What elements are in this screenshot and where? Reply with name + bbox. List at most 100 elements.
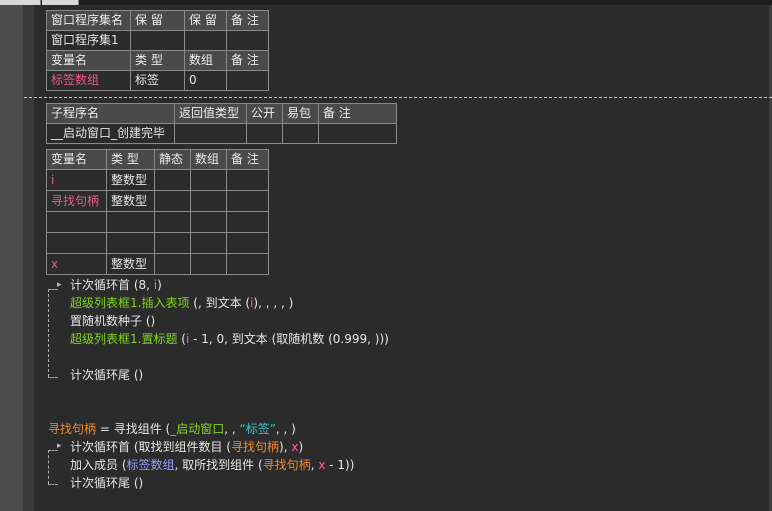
assembly-var-header-array: 数组 [184,50,227,71]
code-line-set-title[interactable]: 超级列表框1.置标题 (i - 1, 0, 到文本 (取随机数 (0.999, … [70,330,389,348]
code-line-loop-start-2[interactable]: 计次循环首 (取找到组件数目 (寻找句柄), x) [70,438,303,456]
assembly-var-name-cell[interactable]: 标签数组 [46,70,131,91]
local-var-array-cell[interactable] [190,211,227,233]
code-token: ), [279,440,292,454]
local-var-type-cell[interactable] [106,211,155,233]
code-token-var: 寻找句柄 [48,422,97,436]
code-token: 加入成员 ( [70,458,127,472]
loop-flow-line-bottom [48,484,58,485]
local-var-remark-cell[interactable] [226,211,269,233]
code-line-random-seed[interactable]: 置随机数种子 () [70,312,155,330]
local-var-table: 变量名 类 型 静态 数组 备 注 i 整数型 寻找句柄 整数型 x 整数型 [46,149,269,275]
assembly-header-name: 窗口程序集名 [46,10,131,31]
local-var-type-cell[interactable] [106,232,155,254]
fold-gutter [23,5,34,511]
local-var-array-cell[interactable] [190,253,227,275]
local-var-static-cell[interactable] [154,232,191,254]
local-var-static-cell[interactable] [154,211,191,233]
local-header-array: 数组 [190,149,227,170]
assembly-var-header-type: 类 型 [130,50,185,71]
local-var-type-cell[interactable]: 整数型 [106,253,155,275]
sub-name-cell[interactable]: __启动窗口_创建完毕 [46,123,175,144]
code-line-find-component[interactable]: 寻找句柄 = 寻找组件 (_启动窗口, , “标签”, , ) [48,420,296,438]
assembly-var-array-cell[interactable]: 0 [184,70,227,91]
sub-header-name: 子程序名 [46,103,175,124]
assembly-reserve1-cell[interactable] [130,30,185,51]
code-token: - 1, 0, 到文本 (取随机数 (0.999, ))) [189,332,389,346]
code-token-var: 标签数组 [126,458,175,472]
local-var-static-cell[interactable] [154,253,191,275]
code-token: ) [298,440,304,454]
code-line-insert-item[interactable]: 超级列表框1.插入表项 (, 到文本 (i), , , , ) [70,294,293,312]
local-var-remark-cell[interactable] [226,232,269,254]
local-var-array-cell[interactable] [190,190,227,212]
loop-flow-line [48,289,49,377]
local-var-remark-cell[interactable] [226,169,269,191]
local-var-static-cell[interactable] [154,190,191,212]
editor-tab-2[interactable] [42,0,79,5]
code-token-window: _启动窗口 [170,422,225,436]
local-var-name-cell[interactable]: 寻找句柄 [46,190,107,212]
code-line-loop-start[interactable]: 计次循环首 (8, i) [70,276,162,294]
code-token-method: 超级列表框1.插入表项 [70,296,190,310]
assembly-table: 窗口程序集名 保 留 保 留 备 注 窗口程序集1 变量名 类 型 数组 备 注… [46,10,269,91]
assembly-header-reserve2: 保 留 [184,10,227,31]
code-token-var: 寻找句柄 [231,440,280,454]
local-header-name: 变量名 [46,149,107,170]
code-token: - 1)) [325,458,355,472]
code-token: = 寻找组件 ( [96,422,171,436]
assembly-name-cell[interactable]: 窗口程序集1 [46,30,131,51]
line-number-gutter [0,5,23,511]
assembly-var-remark-cell[interactable] [226,70,269,91]
code-token: , 取所找到组件 ( [174,458,263,472]
local-var-array-cell[interactable] [190,232,227,254]
local-header-remark: 备 注 [226,149,269,170]
sub-epackage-cell[interactable] [282,123,319,144]
local-var-remark-cell[interactable] [226,253,269,275]
local-var-type-cell[interactable]: 整数型 [106,169,155,191]
assembly-remark-cell[interactable] [226,30,269,51]
code-token: 计次循环尾 () [70,368,144,382]
code-line-loop-end[interactable]: 计次循环尾 () [70,366,143,384]
code-token: (, 到文本 ( [189,296,251,310]
sub-return-type-cell[interactable] [174,123,247,144]
code-token: , , [224,422,240,436]
loop-flow-line-bottom [48,377,58,378]
local-var-array-cell[interactable] [190,169,227,191]
assembly-reserve2-cell[interactable] [184,30,227,51]
local-var-type-cell[interactable]: 整数型 [106,190,155,212]
loop-arrow-icon: ▸ [57,441,62,451]
sub-remark-cell[interactable] [318,123,397,144]
code-token: 置随机数种子 () [70,314,156,328]
assembly-header-reserve1: 保 留 [130,10,185,31]
loop-arrow-icon: ▸ [57,280,62,290]
code-token: 计次循环首 (8, [70,278,154,292]
local-var-name-cell[interactable] [46,211,107,233]
code-line-add-member[interactable]: 加入成员 (标签数组, 取所找到组件 (寻找句柄, x - 1)) [70,456,354,474]
code-token-method: 超级列表框1.置标题 [70,332,178,346]
subroutine-table: 子程序名 返回值类型 公开 易包 备 注 __启动窗口_创建完毕 [46,103,397,144]
assembly-var-type-cell[interactable]: 标签 [130,70,185,91]
local-header-type: 类 型 [106,149,155,170]
code-token-var: 寻找句柄 [262,458,311,472]
code-token: , , ) [275,422,296,436]
code-token: ( [177,332,186,346]
code-token: ) [157,278,162,292]
local-var-name-cell[interactable] [46,232,107,254]
local-header-static: 静态 [154,149,191,170]
local-var-name-cell[interactable]: x [46,253,107,275]
code-line-loop-end-2[interactable]: 计次循环尾 () [70,474,143,492]
sub-public-cell[interactable] [246,123,283,144]
assembly-var-header-name: 变量名 [46,50,131,71]
sub-header-remark: 备 注 [318,103,397,124]
top-strip [0,0,772,5]
code-token: ), , , , ) [253,296,294,310]
loop-flow-line [48,450,49,484]
local-var-static-cell[interactable] [154,169,191,191]
sub-header-public: 公开 [246,103,283,124]
assembly-header-remark: 备 注 [226,10,269,31]
local-var-remark-cell[interactable] [226,190,269,212]
code-token: 计次循环尾 () [70,476,144,490]
assembly-var-header-remark: 备 注 [226,50,269,71]
local-var-name-cell[interactable]: i [46,169,107,191]
